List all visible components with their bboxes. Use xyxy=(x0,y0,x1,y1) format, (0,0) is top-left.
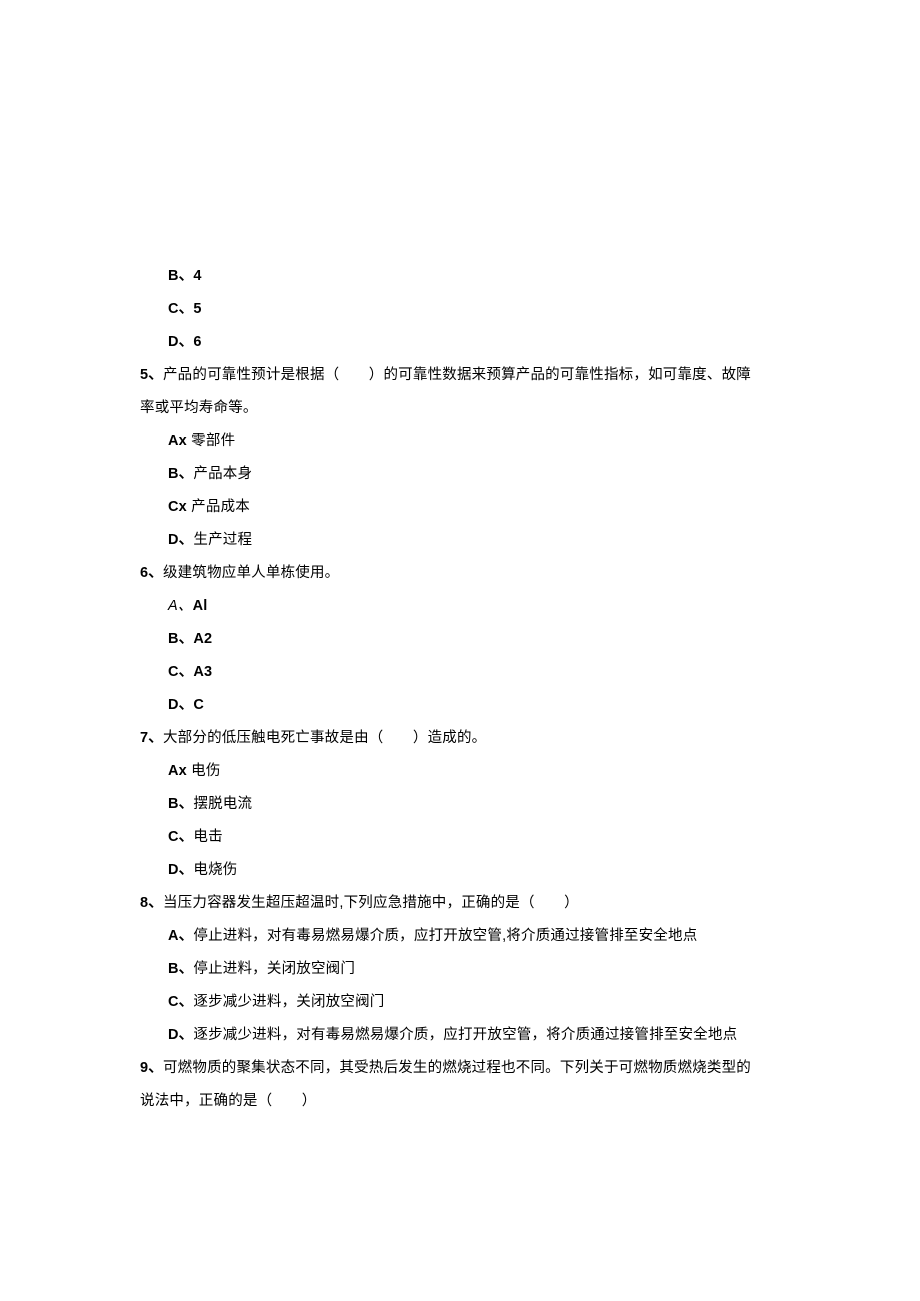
q7-option-d-text: 电烧伤 xyxy=(193,862,237,878)
q6-option-d-label: D、 xyxy=(168,697,193,713)
q6-option-d-text: C xyxy=(193,697,204,713)
q6-option-d: D、C xyxy=(140,689,780,722)
q6-option-c-label: C、 xyxy=(168,664,193,680)
q5-option-c-label: Cx xyxy=(168,499,187,515)
q5-option-c: Cx 产品成本 xyxy=(140,491,780,524)
q7-number: 7、 xyxy=(140,730,163,746)
q8-option-a-label: A、 xyxy=(168,928,193,944)
document-page: B、4 C、5 D、6 5、产品的可靠性预计是根据（ ）的可靠性数据来预算产品的… xyxy=(0,0,920,1301)
q8-option-d-text: 逐步减少进料，对有毒易燃易爆介质，应打开放空管，将介质通过接管排至安全地点 xyxy=(193,1027,737,1043)
q6-option-b-text: A2 xyxy=(193,631,212,647)
q7-option-a-text: 电伤 xyxy=(187,763,221,779)
q4-option-d-text: 6 xyxy=(193,334,201,350)
q5-stem-line2: 率或平均寿命等。 xyxy=(140,392,780,425)
q5-stem-text-2: 率或平均寿命等。 xyxy=(140,400,258,416)
q8-stem-text: 当压力容器发生超压超温时,下列应急措施中，正确的是（ ） xyxy=(163,895,579,911)
q7-option-a: Ax 电伤 xyxy=(140,755,780,788)
q6-stem-text: 级建筑物应单人单栋使用。 xyxy=(163,565,339,581)
q9-stem-text-1: 可燃物质的聚集状态不同，其受热后发生的燃烧过程也不同。下列关于可燃物质燃烧类型的 xyxy=(163,1060,751,1076)
q6-option-a-text: Al xyxy=(193,598,208,614)
q9-stem-line2: 说法中，正确的是（ ） xyxy=(140,1085,780,1118)
q8-option-d: D、逐步减少进料，对有毒易燃易爆介质，应打开放空管，将介质通过接管排至安全地点 xyxy=(140,1019,780,1052)
q5-option-d-text: 生产过程 xyxy=(193,532,252,548)
q5-stem-line1: 5、产品的可靠性预计是根据（ ）的可靠性数据来预算产品的可靠性指标，如可靠度、故… xyxy=(140,359,780,392)
q5-option-a: Ax 零部件 xyxy=(140,425,780,458)
q5-option-b-text: 产品本身 xyxy=(193,466,252,482)
q8-option-c-text: 逐步减少进料，关闭放空阀门 xyxy=(193,994,384,1010)
q8-stem: 8、当压力容器发生超压超温时,下列应急措施中，正确的是（ ） xyxy=(140,887,780,920)
q7-option-a-label: Ax xyxy=(168,763,187,779)
q6-option-a-label: A、 xyxy=(168,598,193,614)
q6-option-b-label: B、 xyxy=(168,631,193,647)
q8-option-b-text: 停止进料，关闭放空阀门 xyxy=(193,961,355,977)
q4-option-d: D、6 xyxy=(140,326,780,359)
q5-option-b: B、产品本身 xyxy=(140,458,780,491)
q5-option-d: D、生产过程 xyxy=(140,524,780,557)
q4-option-b: B、4 xyxy=(140,260,780,293)
q7-option-b-label: B、 xyxy=(168,796,193,812)
q4-option-b-text: 4 xyxy=(193,268,201,284)
q8-option-d-label: D、 xyxy=(168,1027,193,1043)
q8-option-c: C、逐步减少进料，关闭放空阀门 xyxy=(140,986,780,1019)
q7-stem-text: 大部分的低压触电死亡事故是由（ ）造成的。 xyxy=(163,730,486,746)
q5-option-b-label: B、 xyxy=(168,466,193,482)
q8-option-b-label: B、 xyxy=(168,961,193,977)
q5-stem-text-1: 产品的可靠性预计是根据（ ）的可靠性数据来预算产品的可靠性指标，如可靠度、故障 xyxy=(163,367,751,383)
q7-option-b: B、摆脱电流 xyxy=(140,788,780,821)
q7-option-d-label: D、 xyxy=(168,862,193,878)
q8-option-a: A、停止进料，对有毒易燃易爆介质，应打开放空管,将介质通过接管排至安全地点 xyxy=(140,920,780,953)
q4-option-d-label: D、 xyxy=(168,334,193,350)
q7-stem: 7、大部分的低压触电死亡事故是由（ ）造成的。 xyxy=(140,722,780,755)
q6-option-a: A、Al xyxy=(140,590,780,623)
q4-option-c: C、5 xyxy=(140,293,780,326)
q7-option-c-text: 电击 xyxy=(193,829,222,845)
q5-option-a-text: 零部件 xyxy=(187,433,235,449)
q5-option-d-label: D、 xyxy=(168,532,193,548)
q5-number: 5、 xyxy=(140,367,163,383)
q8-option-c-label: C、 xyxy=(168,994,193,1010)
q7-option-c: C、电击 xyxy=(140,821,780,854)
q6-option-c-text: A3 xyxy=(193,664,212,680)
q8-option-b: B、停止进料，关闭放空阀门 xyxy=(140,953,780,986)
q9-number: 9、 xyxy=(140,1060,163,1076)
q8-number: 8、 xyxy=(140,895,163,911)
q6-stem: 6、级建筑物应单人单栋使用。 xyxy=(140,557,780,590)
q5-option-a-label: Ax xyxy=(168,433,187,449)
q4-option-c-label: C、 xyxy=(168,301,193,317)
q9-stem-text-2: 说法中，正确的是（ ） xyxy=(140,1093,316,1109)
q7-option-c-label: C、 xyxy=(168,829,193,845)
q4-option-c-text: 5 xyxy=(193,301,201,317)
q6-number: 6、 xyxy=(140,565,163,581)
q6-option-b: B、A2 xyxy=(140,623,780,656)
q8-option-a-text: 停止进料，对有毒易燃易爆介质，应打开放空管,将介质通过接管排至安全地点 xyxy=(193,928,697,944)
q6-option-c: C、A3 xyxy=(140,656,780,689)
q5-option-c-text: 产品成本 xyxy=(187,499,250,515)
q4-option-b-label: B、 xyxy=(168,268,193,284)
q9-stem-line1: 9、可燃物质的聚集状态不同，其受热后发生的燃烧过程也不同。下列关于可燃物质燃烧类… xyxy=(140,1052,780,1085)
q7-option-b-text: 摆脱电流 xyxy=(193,796,252,812)
q7-option-d: D、电烧伤 xyxy=(140,854,780,887)
